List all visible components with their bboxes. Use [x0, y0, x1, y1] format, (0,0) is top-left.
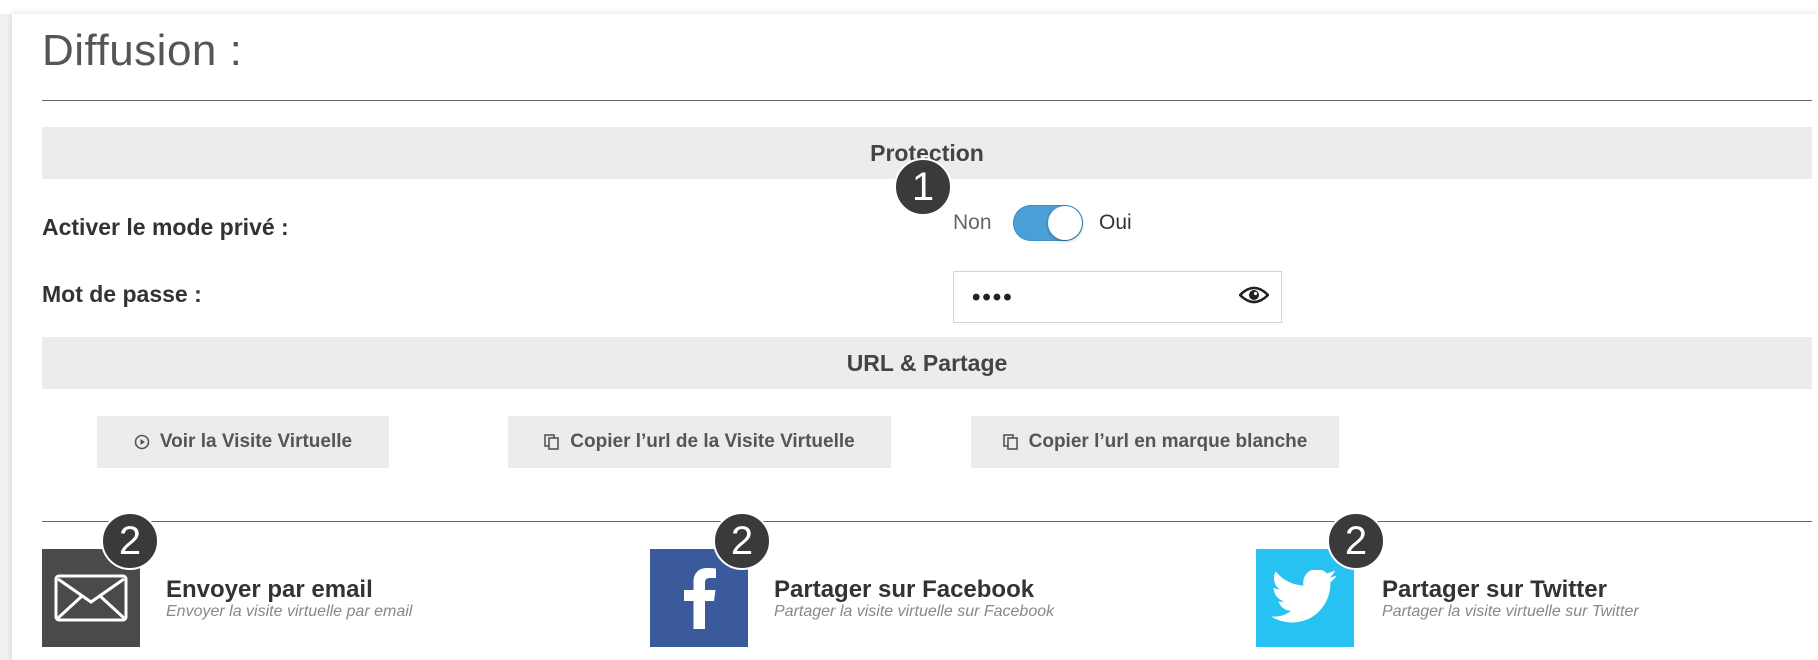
view-tour-label: Voir la Visite Virtuelle: [159, 431, 353, 452]
callout-badge-2: 2: [713, 512, 771, 570]
twitter-share-subtitle: Partager la visite virtuelle sur Twitter: [1382, 603, 1639, 620]
facebook-icon: [684, 568, 716, 629]
twitter-icon: [1271, 570, 1337, 623]
password-field[interactable]: ••••: [953, 271, 1282, 323]
password-value: ••••: [972, 284, 1014, 311]
callout-badge-2: 2: [1327, 512, 1385, 570]
callout-badge-1: 1: [894, 158, 952, 216]
email-share-subtitle: Envoyer la visite virtuelle par email: [166, 603, 413, 620]
facebook-share-subtitle: Partager la visite virtuelle sur Faceboo…: [774, 603, 1055, 620]
toggle-on-label: Oui: [1099, 211, 1132, 234]
private-mode-label: Activer le mode privé :: [42, 214, 289, 240]
facebook-share-title[interactable]: Partager sur Facebook: [774, 576, 1034, 604]
title-divider: [42, 100, 1812, 101]
copy-icon: [544, 434, 560, 450]
envelope-icon: [54, 574, 128, 622]
copy-whitelabel-url-button[interactable]: Copier l’url en marque blanche: [971, 416, 1339, 468]
twitter-share-title[interactable]: Partager sur Twitter: [1382, 576, 1607, 604]
toggle-knob: [1048, 206, 1082, 240]
view-tour-button[interactable]: Voir la Visite Virtuelle: [97, 416, 389, 468]
copy-whitelabel-url-label: Copier l’url en marque blanche: [1028, 431, 1308, 452]
password-label: Mot de passe :: [42, 281, 202, 307]
copy-icon: [1002, 434, 1018, 450]
url-share-header: URL & Partage: [42, 337, 1812, 389]
email-share-title[interactable]: Envoyer par email: [166, 576, 373, 604]
share-divider: [42, 521, 1812, 522]
private-mode-toggle[interactable]: [1013, 205, 1083, 241]
top-strip: [0, 0, 1818, 14]
eye-icon[interactable]: [1239, 284, 1269, 306]
copy-tour-url-button[interactable]: Copier l’url de la Visite Virtuelle: [508, 416, 891, 468]
play-circle-icon: [134, 434, 150, 450]
toggle-off-label: Non: [953, 211, 992, 234]
section-title: Diffusion :: [42, 26, 243, 75]
callout-badge-2: 2: [101, 512, 159, 570]
copy-tour-url-label: Copier l’url de la Visite Virtuelle: [570, 431, 855, 452]
